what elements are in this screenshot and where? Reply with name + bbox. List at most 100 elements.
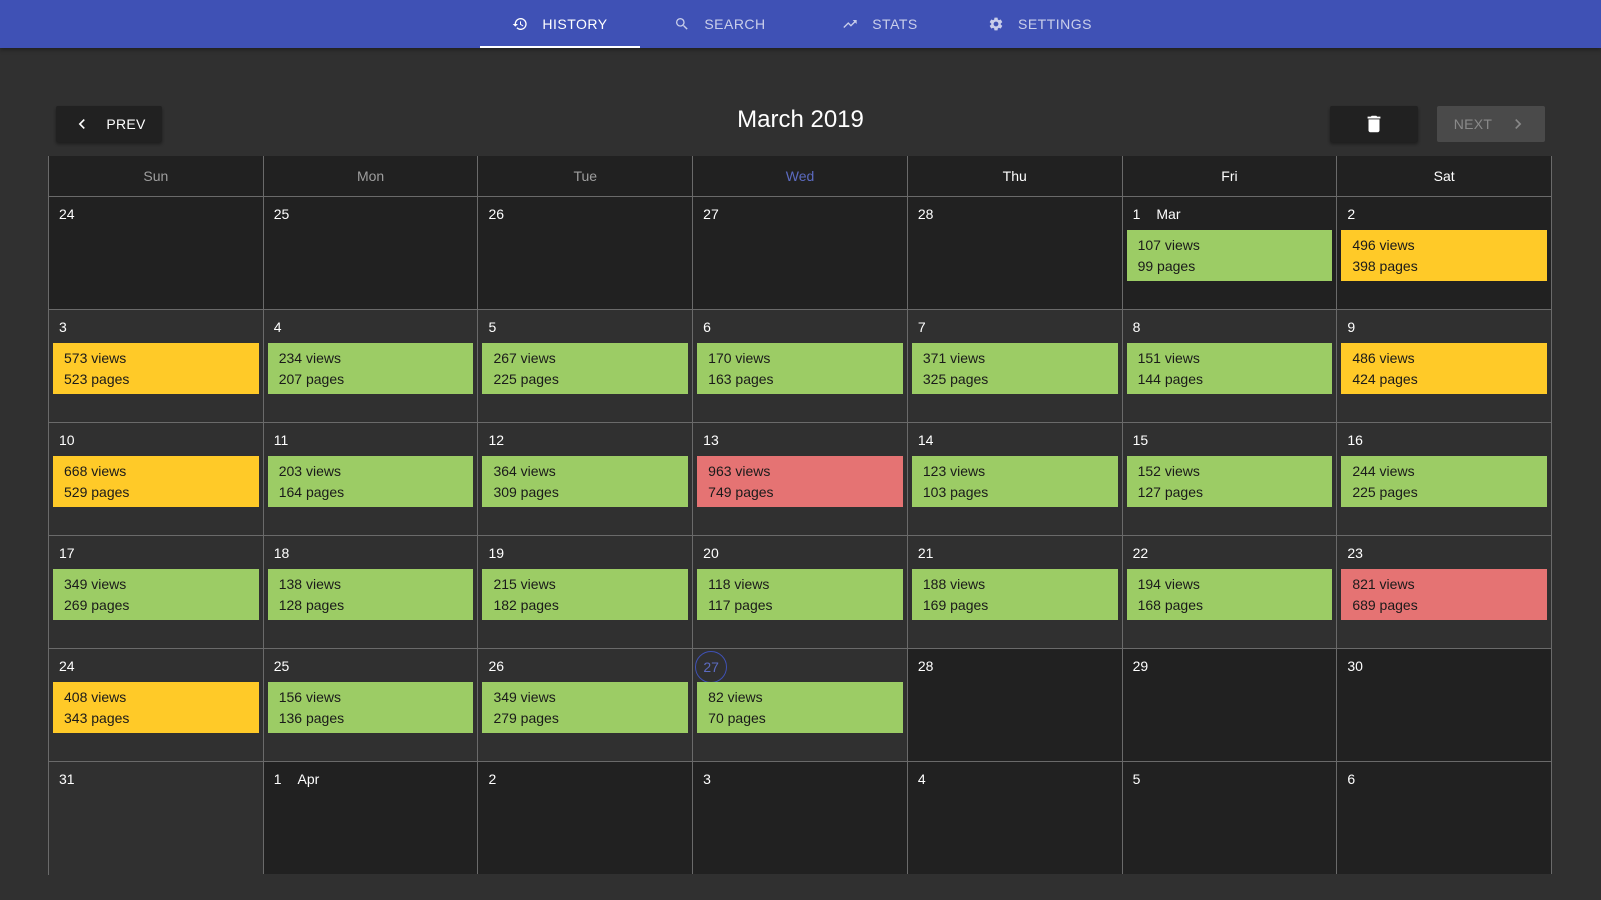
calendar-day[interactable]: 20 118 views 117 pages (693, 536, 908, 648)
today-date-indicator: 27 (695, 651, 728, 683)
calendar-day[interactable]: 3 573 views 523 pages (49, 310, 264, 422)
calendar-day[interactable]: 16 244 views 225 pages (1337, 423, 1553, 535)
day-stats-chip[interactable]: 349 views 279 pages (482, 682, 689, 733)
views-count: 156 views (278, 689, 341, 705)
pages-count: 225 pages (493, 371, 559, 387)
calendar-day[interactable]: 27 82 views 70 pages (693, 649, 908, 761)
calendar-day[interactable]: 14 123 views 103 pages (907, 423, 1123, 535)
tab-stats[interactable]: STATS (800, 0, 960, 48)
day-stats-chip[interactable]: 486 views 424 pages (1341, 343, 1548, 394)
day-stats-chip[interactable]: 188 views 169 pages (911, 569, 1118, 620)
calendar-day[interactable]: 24 408 views 343 pages (49, 649, 264, 761)
calendar-day[interactable]: 17 349 views 269 pages (49, 536, 264, 648)
day-number: 17 (59, 544, 75, 562)
calendar-day[interactable]: 18 138 views 128 pages (263, 536, 479, 648)
calendar-day[interactable]: 3 (693, 762, 908, 874)
day-stats-chip[interactable]: 156 views 136 pages (267, 682, 474, 733)
calendar-day[interactable]: 6 170 views 163 pages (693, 310, 908, 422)
tab-search[interactable]: SEARCH (640, 0, 800, 48)
calendar-day[interactable]: 25 (263, 197, 479, 309)
weekday-header-6: Sat (1337, 156, 1553, 196)
calendar-day[interactable]: 24 (49, 197, 264, 309)
calendar-day[interactable]: 4 (907, 762, 1123, 874)
day-number: 6 (703, 318, 711, 336)
calendar-day[interactable]: 31 (49, 762, 264, 874)
day-number-text: 27 (703, 206, 719, 222)
day-number-text: 18 (273, 545, 290, 561)
calendar-day[interactable]: 1 Mar 107 views 99 pages (1122, 197, 1338, 309)
day-stats-chip[interactable]: 152 views 127 pages (1126, 456, 1333, 507)
day-stats-chip[interactable]: 821 views 689 pages (1341, 569, 1548, 620)
calendar-day[interactable]: 28 (907, 649, 1123, 761)
day-stats-chip[interactable]: 234 views 207 pages (267, 343, 474, 394)
day-stats-chip[interactable]: 496 views 398 pages (1341, 230, 1548, 281)
day-stats-chip[interactable]: 194 views 168 pages (1126, 569, 1333, 620)
day-stats-chip[interactable]: 170 views 163 pages (697, 343, 903, 394)
day-number: 31 (59, 770, 75, 788)
calendar-day[interactable]: 2 (478, 762, 694, 874)
weekday-header-0: Sun (49, 156, 264, 196)
calendar-day[interactable]: 12 364 views 309 pages (478, 423, 694, 535)
calendar-day[interactable]: 15 152 views 127 pages (1122, 423, 1338, 535)
day-number-text: 24 (59, 206, 75, 222)
tab-stats-label: STATS (872, 16, 918, 32)
calendar-day[interactable]: 2 496 views 398 pages (1337, 197, 1553, 309)
calendar-day[interactable]: 25 156 views 136 pages (263, 649, 479, 761)
day-stats-chip[interactable]: 371 views 325 pages (911, 343, 1118, 394)
day-stats-chip[interactable]: 244 views 225 pages (1341, 456, 1548, 507)
calendar-day[interactable]: 9 486 views 424 pages (1337, 310, 1553, 422)
pages-count: 99 pages (1137, 258, 1196, 274)
calendar-day[interactable]: 1 Apr (263, 762, 479, 874)
day-stats-chip[interactable]: 408 views 343 pages (53, 682, 259, 733)
calendar-day[interactable]: 6 (1337, 762, 1553, 874)
calendar-day[interactable]: 8 151 views 144 pages (1122, 310, 1338, 422)
calendar-day[interactable]: 26 (478, 197, 694, 309)
calendar-day[interactable]: 21 188 views 169 pages (907, 536, 1123, 648)
calendar-day[interactable]: 27 (693, 197, 908, 309)
calendar-day[interactable]: 5 (1122, 762, 1338, 874)
calendar-day[interactable]: 23 821 views 689 pages (1337, 536, 1553, 648)
day-stats-chip[interactable]: 349 views 269 pages (53, 569, 259, 620)
day-stats-chip[interactable]: 668 views 529 pages (53, 456, 259, 507)
day-number: 2 (1347, 205, 1355, 223)
day-stats-chip[interactable]: 138 views 128 pages (267, 569, 474, 620)
calendar-day[interactable]: 4 234 views 207 pages (263, 310, 479, 422)
calendar-day[interactable]: 30 (1337, 649, 1553, 761)
day-stats-chip[interactable]: 573 views 523 pages (53, 343, 259, 394)
day-stats-chip[interactable]: 203 views 164 pages (267, 456, 474, 507)
day-stats-chip[interactable]: 118 views 117 pages (697, 569, 903, 620)
day-number-text: 30 (1347, 658, 1363, 674)
day-number-text: 12 (488, 432, 505, 448)
next-month-button[interactable]: NEXT (1437, 106, 1545, 142)
chevron-right-icon (1515, 119, 1522, 129)
calendar-day[interactable]: 19 215 views 182 pages (478, 536, 694, 648)
calendar-day[interactable]: 29 (1122, 649, 1338, 761)
calendar-day[interactable]: 7 371 views 325 pages (907, 310, 1123, 422)
day-stats-chip[interactable]: 963 views 749 pages (697, 456, 903, 507)
day-stats-chip[interactable]: 215 views 182 pages (482, 569, 689, 620)
day-stats-chip[interactable]: 151 views 144 pages (1126, 343, 1333, 394)
calendar-day[interactable]: 28 (907, 197, 1123, 309)
pages-count: 309 pages (493, 484, 559, 500)
day-stats-chip[interactable]: 107 views 99 pages (1126, 230, 1333, 281)
tab-settings[interactable]: SETTINGS (960, 0, 1120, 48)
day-stats-chip[interactable]: 123 views 103 pages (911, 456, 1118, 507)
calendar-day[interactable]: 26 349 views 279 pages (478, 649, 694, 761)
views-count: 821 views (1352, 576, 1415, 592)
delete-history-button[interactable] (1330, 106, 1418, 142)
day-number-text: 27 (703, 659, 719, 675)
calendar-day[interactable]: 5 267 views 225 pages (478, 310, 694, 422)
calendar-day[interactable]: 13 963 views 749 pages (693, 423, 908, 535)
calendar-day[interactable]: 11 203 views 164 pages (263, 423, 479, 535)
day-stats-chip[interactable]: 82 views 70 pages (697, 682, 903, 733)
day-number: 10 (59, 431, 75, 449)
pages-count: 398 pages (1352, 258, 1418, 274)
day-stats-chip[interactable]: 267 views 225 pages (482, 343, 689, 394)
calendar-day[interactable]: 10 668 views 529 pages (49, 423, 264, 535)
views-count: 234 views (278, 350, 341, 366)
calendar-day[interactable]: 22 194 views 168 pages (1122, 536, 1338, 648)
tab-history[interactable]: HISTORY (480, 0, 640, 48)
views-count: 573 views (64, 350, 127, 366)
day-stats-chip[interactable]: 364 views 309 pages (482, 456, 689, 507)
day-number: 23 (1347, 544, 1363, 562)
